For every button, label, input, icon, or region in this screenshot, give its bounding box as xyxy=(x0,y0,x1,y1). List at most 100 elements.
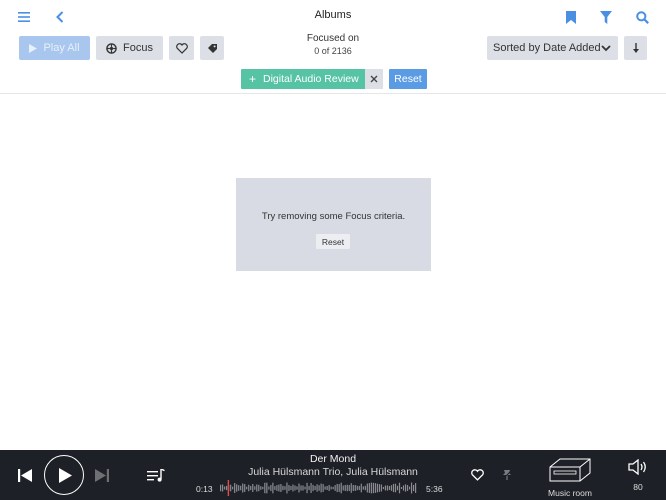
waveform-bar xyxy=(298,483,300,493)
waveform-bar xyxy=(288,484,290,491)
zone-device-icon[interactable] xyxy=(547,455,593,485)
waveform-bar xyxy=(248,484,250,492)
waveform-bar xyxy=(360,483,362,493)
play-all-button[interactable]: Play All xyxy=(19,36,90,60)
waveform-bar xyxy=(388,486,391,490)
waveform-bar xyxy=(362,486,364,490)
close-icon xyxy=(370,75,378,83)
waveform-bar xyxy=(296,486,298,490)
waveform-bar xyxy=(246,486,248,490)
waveform-bar xyxy=(284,486,286,490)
zone-name[interactable]: Music room xyxy=(540,488,600,498)
waveform-bar xyxy=(294,485,296,491)
waveform-bar xyxy=(224,486,226,490)
ban-icon[interactable] xyxy=(498,467,516,483)
waveform-bar xyxy=(342,485,344,491)
tag-icon xyxy=(207,43,217,53)
aperture-icon xyxy=(106,42,117,54)
waveform-bar xyxy=(272,482,274,494)
waveform-bar xyxy=(404,484,407,492)
waveform-bar xyxy=(308,485,310,491)
waveform-bar xyxy=(306,482,308,494)
empty-state-message: Try removing some Focus criteria. xyxy=(261,211,406,222)
divider xyxy=(0,93,666,94)
waveform-bar xyxy=(414,483,417,493)
filter-chip[interactable]: + Digital Audio Review xyxy=(241,69,367,89)
waveform-bar xyxy=(236,484,238,492)
waveform-bar xyxy=(286,482,288,494)
waveform-bar xyxy=(368,483,370,493)
waveform-bar xyxy=(232,486,234,490)
waveform-bar xyxy=(274,486,276,490)
remove-filter-button[interactable] xyxy=(365,69,383,89)
waveform-bar xyxy=(270,485,272,491)
waveform-bar xyxy=(394,483,397,493)
volume-level: 80 xyxy=(633,482,643,492)
favorite-filter-button[interactable] xyxy=(169,36,194,60)
now-playing-bar: Der Mond Julia Hülsmann Trio, Julia Hüls… xyxy=(0,450,666,500)
waveform-bar xyxy=(392,483,395,493)
focus-button[interactable]: Focus xyxy=(96,36,163,60)
waveform-bar xyxy=(312,484,314,492)
volume-icon[interactable] xyxy=(627,457,649,477)
waveform-bar xyxy=(266,482,268,494)
waveform-bar xyxy=(356,485,358,491)
waveform-bar xyxy=(276,485,278,491)
waveform-bar xyxy=(382,486,385,490)
waveform-bar xyxy=(314,485,316,491)
empty-state-panel: Try removing some Focus criteria. Reset xyxy=(236,178,431,271)
waveform-bar xyxy=(282,485,284,491)
bookmark-icon[interactable] xyxy=(563,9,579,25)
waveform-bar xyxy=(402,485,405,491)
waveform-bar xyxy=(260,486,262,490)
search-icon[interactable] xyxy=(634,9,650,25)
waveform-bar xyxy=(380,484,383,492)
plus-icon: + xyxy=(249,72,257,86)
waveform-bar xyxy=(292,484,294,492)
sort-dropdown[interactable]: Sorted by Date Added xyxy=(487,36,618,60)
waveform-bar xyxy=(244,484,246,492)
chevron-down-icon xyxy=(601,45,611,52)
waveform-bar xyxy=(370,482,372,494)
waveform-bar xyxy=(240,485,242,491)
top-bar: Albums xyxy=(0,0,666,32)
waveform-bar xyxy=(226,485,228,491)
waveform-bar xyxy=(332,486,334,490)
waveform-bar xyxy=(400,486,403,490)
seek-waveform[interactable] xyxy=(220,480,417,496)
waveform-bar xyxy=(378,484,381,492)
play-icon xyxy=(29,43,38,53)
waveform-bar xyxy=(234,483,236,493)
waveform-bar xyxy=(328,484,330,492)
filter-icon[interactable] xyxy=(598,9,614,25)
waveform-bar xyxy=(410,482,413,494)
waveform-bar xyxy=(390,485,393,491)
heart-icon[interactable] xyxy=(468,467,486,483)
waveform-bar xyxy=(412,484,415,492)
waveform-bar xyxy=(238,485,240,491)
arrow-down-icon xyxy=(632,42,639,53)
sort-label: Sorted by Date Added xyxy=(493,42,601,54)
waveform-bar xyxy=(406,485,409,491)
waveform-bar xyxy=(324,486,326,490)
play-all-label: Play All xyxy=(43,42,80,54)
waveform-bar xyxy=(252,483,254,493)
waveform-bar xyxy=(350,483,352,493)
waveform-bar xyxy=(372,482,374,494)
waveform-bar xyxy=(250,485,252,491)
waveform-bar xyxy=(340,482,342,494)
tag-filter-button[interactable] xyxy=(200,36,224,60)
waveform-bar xyxy=(264,482,266,494)
waveform-bar xyxy=(364,485,366,491)
waveform-bar xyxy=(302,485,304,491)
waveform-bar xyxy=(354,485,356,491)
waveform-bar xyxy=(290,485,292,491)
waveform-bar xyxy=(326,485,328,490)
sort-direction-button[interactable] xyxy=(624,36,647,60)
waveform-bar xyxy=(322,484,324,492)
reset-filter-button[interactable]: Reset xyxy=(389,69,427,89)
elapsed-time: 0:13 xyxy=(196,484,213,494)
empty-state-reset-button[interactable]: Reset xyxy=(316,234,350,249)
playhead-marker[interactable] xyxy=(227,480,230,496)
waveform-bar xyxy=(344,485,346,491)
